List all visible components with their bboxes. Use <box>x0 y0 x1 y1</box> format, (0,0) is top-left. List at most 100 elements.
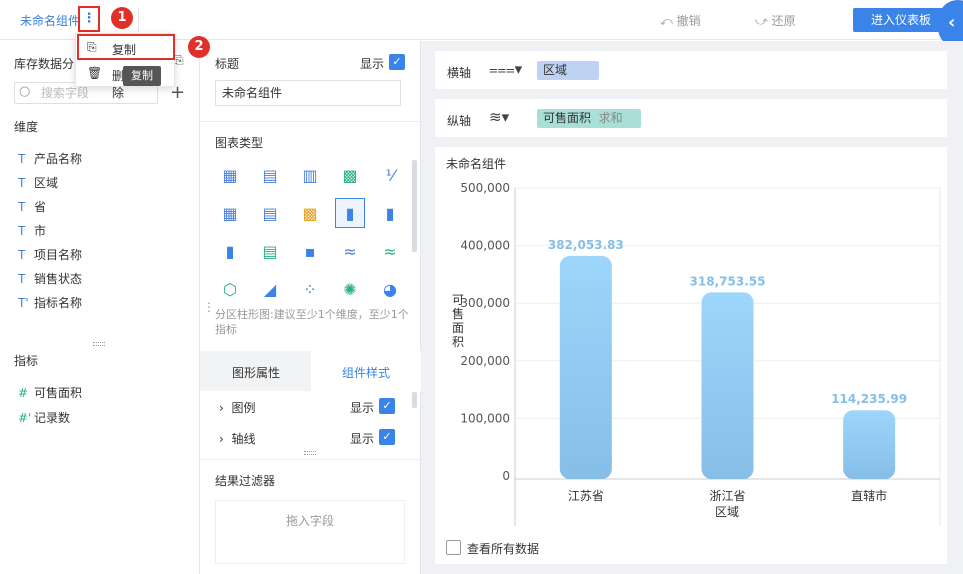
x-axis-type-icon[interactable]: ⩶▾ <box>489 60 522 78</box>
dimension-item[interactable]: T 销售状态 <box>18 270 82 287</box>
dataset-switch-icon[interactable]: ⎘ <box>174 53 184 68</box>
area-chart-icon[interactable]: ◢ <box>255 274 285 304</box>
undo-button[interactable]: ⤺ 撤销 <box>660 12 701 29</box>
measure-label: 记录数 <box>34 411 71 425</box>
heatmap-icon[interactable]: ▩ <box>295 198 325 228</box>
y-field-agg: 求和 <box>598 111 623 125</box>
axis-show-label: 显示 <box>350 432 375 446</box>
y-tick-label: 300,000 <box>460 296 510 310</box>
y-tick-label: 400,000 <box>460 239 510 253</box>
text-type-icon: T <box>18 224 26 238</box>
chart-type-scrollbar[interactable] <box>412 160 417 252</box>
dimension-item[interactable]: T' 指标名称 <box>18 294 82 311</box>
measures-title: 指标 <box>14 354 39 368</box>
title-input[interactable]: 未命名组件 <box>215 80 401 106</box>
data-label: 382,053.83 <box>548 238 624 252</box>
y-axis-label: 纵轴 <box>447 114 472 128</box>
x-axis-label: 横轴 <box>447 66 472 80</box>
trash-icon: 🗑 <box>87 66 103 80</box>
pie-chart-icon[interactable]: ◕ <box>375 274 405 304</box>
legend-show-checkbox[interactable]: ✓ <box>379 398 395 414</box>
text-table-icon[interactable]: ▦ <box>215 198 245 228</box>
y-axis-field-pill[interactable]: 可售面积 求和 <box>537 109 641 128</box>
step-marker-1: 1 <box>111 7 133 29</box>
filter-drop-zone[interactable]: 拖入字段 <box>215 500 405 564</box>
result-filter-title: 结果过滤器 <box>215 474 276 488</box>
tab-graph-properties[interactable]: 图形属性 <box>232 364 280 381</box>
dimension-label: 市 <box>34 224 47 238</box>
bar-chart: 0 100,000 200,000 300,000 400,000 500,000 382,… <box>452 181 941 526</box>
legend-row-label: 图例 <box>231 401 256 415</box>
dimension-item[interactable]: T 产品名称 <box>18 150 82 167</box>
chart-type-label: 图表类型 <box>215 136 264 150</box>
view-all-checkbox[interactable] <box>446 540 461 555</box>
axis-show-checkbox[interactable]: ✓ <box>379 429 395 445</box>
tab-component-style[interactable]: 组件样式 <box>342 364 390 381</box>
chevron-right-icon: › <box>219 432 232 446</box>
undo-label: 撤销 <box>676 14 701 28</box>
legend-row[interactable]: › 图例 <box>219 399 255 416</box>
radar-chart-icon[interactable]: ⬡ <box>215 274 245 304</box>
measure-item[interactable]: # 可售面积 <box>18 384 82 401</box>
text-type-icon: T <box>18 200 26 214</box>
column-chart-icon[interactable]: ▮ <box>215 236 245 266</box>
resize-handle[interactable] <box>93 342 105 346</box>
text-type-icon: T <box>18 176 26 190</box>
x-tick-label: 江苏省 <box>568 489 604 503</box>
dimension-item[interactable]: T 区域 <box>18 174 58 191</box>
drag-grip-icon[interactable]: ⋮ <box>203 300 215 314</box>
config-scrollbar[interactable] <box>412 392 417 408</box>
text-type-icon: T' <box>18 296 29 310</box>
measure-item[interactable]: #' 记录数 <box>18 409 70 426</box>
grouped-bar-icon[interactable]: ▮ <box>335 198 365 228</box>
y-field-name: 可售面积 <box>543 111 592 125</box>
dimension-label: 指标名称 <box>34 296 83 310</box>
axis-row[interactable]: › 轴线 <box>219 430 255 447</box>
line-chart-icon[interactable]: ≈ <box>335 236 365 266</box>
color-table-icon[interactable]: ▩ <box>335 160 365 190</box>
resize-handle[interactable] <box>304 451 316 455</box>
stacked-bar-icon[interactable]: ▮ <box>375 198 405 228</box>
detail-table-icon[interactable]: ▥ <box>295 160 325 190</box>
undo-icon: ⤺ <box>660 14 677 28</box>
dataset-title: 库存数据分 <box>14 57 75 71</box>
search-icon: ○ <box>19 84 31 99</box>
bar <box>701 292 754 479</box>
bubble-chart-icon[interactable]: ✺ <box>335 274 365 304</box>
chevron-right-icon: › <box>219 401 232 415</box>
data-label: 318,753.55 <box>690 274 766 288</box>
dimension-label: 省 <box>34 200 47 214</box>
summary-table-icon[interactable]: ▤ <box>255 160 285 190</box>
legend-show-label: 显示 <box>350 401 375 415</box>
x-tick-label: 浙江省 <box>709 489 745 503</box>
enter-dashboard-button[interactable]: 进入仪表板 <box>853 8 949 32</box>
scatter-chart-icon[interactable]: ⁘ <box>295 274 325 304</box>
dimension-item[interactable]: T省 <box>18 198 46 215</box>
dimension-item[interactable]: T 项目名称 <box>18 246 82 263</box>
measure-label: 可售面积 <box>34 386 83 400</box>
chevron-left-icon: ‹ <box>948 12 956 33</box>
y-tick-label: 500,000 <box>460 181 510 195</box>
y-axis-title: 可售面积 <box>452 293 464 349</box>
compare-line-icon[interactable]: ≈ <box>375 236 405 266</box>
axis-row-label: 轴线 <box>231 432 256 446</box>
multi-bar-icon[interactable]: ▤ <box>255 236 285 266</box>
x-axis-field-pill[interactable]: 区域 <box>537 61 599 80</box>
view-all-label: 查看所有数据 <box>467 542 540 556</box>
y-tick-label: 100,000 <box>460 411 510 425</box>
dimension-item[interactable]: T市 <box>18 222 46 239</box>
title-show-checkbox[interactable]: ✓ <box>389 54 405 70</box>
more-options-icon[interactable]: ⋮ <box>78 6 100 32</box>
range-bar-icon[interactable]: ▪ <box>295 236 325 266</box>
copy-tooltip: 复制 <box>123 66 161 86</box>
table-chart-icon[interactable]: ▦ <box>215 160 245 190</box>
title-show-label: 显示 <box>360 57 385 71</box>
number-type-icon: # <box>18 386 29 400</box>
text-type-icon: T <box>18 152 26 166</box>
y-axis-type-icon[interactable]: ≋▾ <box>489 108 509 126</box>
number-card-icon[interactable]: ⅟ <box>375 160 405 190</box>
chart-type-grid: ▦ ▤ ▥ ▩ ⅟ ▦ ▤ ▩ ▮ ▮ ▮ ▤ ▪ ≈ ≈ ⬡ ◢ ⁘ ✺ ◕ <box>213 160 409 310</box>
list-chart-icon[interactable]: ▤ <box>255 198 285 228</box>
component-tab-title[interactable]: 未命名组件 <box>20 12 80 29</box>
redo-button[interactable]: ⤻ 还原 <box>755 12 796 29</box>
